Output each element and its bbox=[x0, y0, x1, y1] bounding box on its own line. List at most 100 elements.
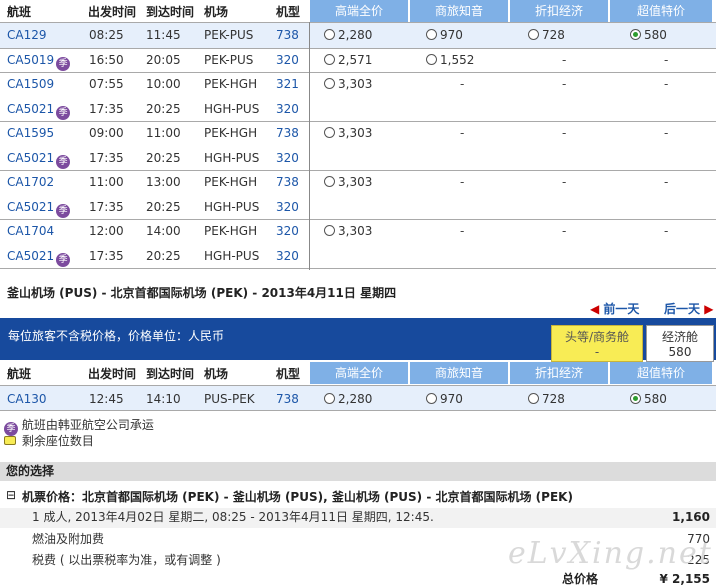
departure-time: 17:35 bbox=[89, 199, 124, 214]
flight-number-cell[interactable]: CA5021 季 bbox=[7, 101, 71, 120]
radio-icon[interactable] bbox=[324, 225, 335, 236]
price-info-text: 每位旅客不含税价格，价格单位：人民币 bbox=[8, 329, 225, 343]
aircraft-type[interactable]: 320 bbox=[276, 223, 299, 239]
fare-value: 3,303 bbox=[338, 224, 373, 238]
aircraft-type[interactable]: 320 bbox=[276, 101, 299, 117]
radio-icon[interactable] bbox=[324, 29, 335, 40]
radio-icon[interactable] bbox=[426, 29, 437, 40]
fare-special[interactable]: 580 bbox=[630, 391, 667, 407]
flight-number-cell[interactable]: CA5021 季 bbox=[7, 199, 71, 218]
prev-day-link[interactable]: ◀ 前一天 bbox=[590, 300, 639, 317]
flight-number[interactable]: CA1595 bbox=[7, 125, 54, 141]
flight-number[interactable]: CA5021 bbox=[7, 151, 54, 165]
flight-number-cell[interactable]: CA5019 季 bbox=[7, 52, 71, 71]
radio-selected-icon[interactable] bbox=[630, 29, 641, 40]
radio-icon[interactable] bbox=[426, 53, 437, 65]
aircraft-type[interactable]: 738 bbox=[276, 174, 299, 190]
aircraft-type[interactable]: 738 bbox=[276, 27, 299, 43]
flight-number[interactable]: CA5019 bbox=[7, 53, 54, 67]
aircraft-type[interactable]: 320 bbox=[276, 248, 299, 264]
fare-header-discount[interactable]: 折扣经济 bbox=[510, 362, 610, 384]
aircraft-type[interactable]: 738 bbox=[276, 125, 299, 141]
prev-arrow-icon: ◀ bbox=[590, 302, 600, 316]
fare-option[interactable]: 3,303 bbox=[324, 76, 372, 92]
fare-value: 2,571 bbox=[338, 52, 373, 67]
departure-time: 17:35 bbox=[89, 248, 124, 263]
arrival-time: 20:25 bbox=[146, 101, 181, 116]
flight-row[interactable]: CA5021 季 17:35 20:25 HGH-PUS 320 bbox=[0, 97, 716, 122]
departure-time: 11:00 bbox=[89, 175, 124, 189]
fare-header-premium[interactable]: 高端全价 bbox=[310, 362, 410, 384]
flight-row[interactable]: CA129 08:25 11:45 PEK-PUS 738 2,280 970 728 580 bbox=[0, 23, 716, 48]
aircraft-type[interactable]: 320 bbox=[276, 199, 299, 215]
fare-option[interactable]: 3,303 bbox=[324, 174, 372, 190]
radio-icon[interactable] bbox=[324, 176, 335, 187]
flight-number[interactable]: CA5021 bbox=[7, 200, 54, 214]
fare-option[interactable]: 3,303 bbox=[324, 223, 372, 239]
fare-header-special[interactable]: 超值特价 bbox=[610, 0, 714, 22]
departure-time: 17:35 bbox=[89, 101, 124, 116]
flight-number[interactable]: CA1704 bbox=[7, 223, 54, 239]
next-day-link[interactable]: 后一天 ▶ bbox=[664, 300, 713, 317]
codeshare-badge-icon: 季 bbox=[56, 56, 71, 71]
fare-header-business[interactable]: 商旅知音 bbox=[410, 0, 510, 22]
fare-discount[interactable]: 728 bbox=[528, 391, 565, 407]
radio-icon[interactable] bbox=[528, 393, 539, 404]
radio-icon[interactable] bbox=[324, 78, 335, 89]
flight-number[interactable]: CA130 bbox=[7, 391, 47, 407]
aircraft-type[interactable]: 738 bbox=[276, 391, 299, 407]
radio-icon[interactable] bbox=[426, 393, 437, 404]
flight-row[interactable]: CA1702 11:00 13:00 PEK-HGH 738 3,303 - - - bbox=[0, 170, 716, 195]
fare-option[interactable]: 970 bbox=[426, 27, 463, 43]
fare-option[interactable]: 728 bbox=[528, 27, 565, 43]
fare-option[interactable]: 2,280 bbox=[324, 27, 372, 43]
flight-number-cell[interactable]: CA5021 季 bbox=[7, 248, 71, 267]
fare-premium[interactable]: 2,280 bbox=[324, 391, 372, 407]
fare-option[interactable]: 1,552 bbox=[426, 52, 474, 68]
arrival-time: 11:00 bbox=[146, 126, 181, 140]
collapse-icon[interactable]: ⊟ bbox=[6, 488, 16, 502]
fare-option[interactable]: 2,571 bbox=[324, 52, 372, 68]
flight-number[interactable]: CA5021 bbox=[7, 102, 54, 116]
aircraft-type[interactable]: 320 bbox=[276, 150, 299, 166]
flight-number[interactable]: CA1509 bbox=[7, 76, 54, 92]
codeshare-badge-icon: 季 bbox=[56, 154, 71, 169]
tax-label: 税费 ( 以出票税率为准，或有调整 ) bbox=[32, 553, 221, 567]
fare-header-special[interactable]: 超值特价 bbox=[610, 362, 714, 384]
flight-row[interactable]: CA1595 09:00 11:00 PEK-HGH 738 3,303 - - - bbox=[0, 121, 716, 146]
next-arrow-icon: ▶ bbox=[704, 302, 714, 316]
aircraft-type[interactable]: 321 bbox=[276, 76, 299, 92]
flight-row[interactable]: CA1704 12:00 14:00 PEK-HGH 320 3,303 - - - bbox=[0, 219, 716, 244]
route: PEK-HGH bbox=[204, 126, 258, 140]
radio-icon[interactable] bbox=[324, 127, 335, 138]
flight-number[interactable]: CA5021 bbox=[7, 249, 54, 263]
flight-row[interactable]: CA5019 季 16:50 20:05 PEK-PUS 320 2,571 1,552 - - bbox=[0, 48, 716, 73]
return-flight-row[interactable]: CA130 12:45 14:10 PUS-PEK 738 2,280 970 … bbox=[0, 385, 716, 411]
departure-time: 08:25 bbox=[89, 28, 124, 42]
tab-economy[interactable]: 经济舱 580 bbox=[646, 325, 714, 362]
radio-selected-icon[interactable] bbox=[630, 393, 641, 404]
fare-business[interactable]: 970 bbox=[426, 391, 463, 407]
flight-number[interactable]: CA1702 bbox=[7, 174, 54, 190]
flight-row[interactable]: CA1509 07:55 10:00 PEK-HGH 321 3,303 - - - bbox=[0, 72, 716, 97]
fare-unavailable: - bbox=[562, 77, 567, 91]
arrival-time: 14:00 bbox=[146, 224, 181, 238]
fare-option[interactable]: 3,303 bbox=[324, 125, 372, 141]
fare-option[interactable]: 580 bbox=[630, 27, 667, 43]
flight-number[interactable]: CA129 bbox=[7, 27, 47, 43]
route: PEK-HGH bbox=[204, 175, 258, 189]
radio-icon[interactable] bbox=[528, 29, 539, 40]
aircraft-type[interactable]: 320 bbox=[276, 52, 299, 68]
col-type: 机型 bbox=[276, 4, 301, 19]
fare-header-discount[interactable]: 折扣经济 bbox=[510, 0, 610, 22]
tab-first-business[interactable]: 头等/商务舱 - bbox=[551, 325, 643, 362]
radio-icon[interactable] bbox=[324, 393, 335, 404]
flight-number-cell[interactable]: CA5021 季 bbox=[7, 150, 71, 169]
radio-icon[interactable] bbox=[324, 53, 335, 65]
flight-row[interactable]: CA5021 季 17:35 20:25 HGH-PUS 320 bbox=[0, 244, 716, 269]
flight-row[interactable]: CA5021 季 17:35 20:25 HGH-PUS 320 bbox=[0, 146, 716, 171]
flight-row[interactable]: CA5021 季 17:35 20:25 HGH-PUS 320 bbox=[0, 195, 716, 220]
fare-value: 1,552 bbox=[440, 52, 475, 67]
fare-header-premium[interactable]: 高端全价 bbox=[310, 0, 410, 22]
fare-header-business[interactable]: 商旅知音 bbox=[410, 362, 510, 384]
